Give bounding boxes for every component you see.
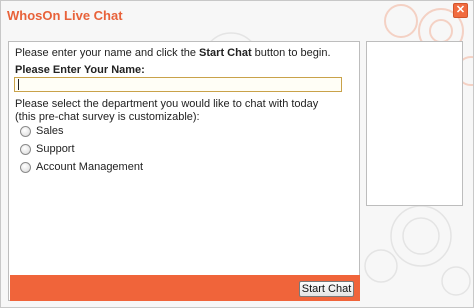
- intro-text: Please enter your name and click the Sta…: [15, 47, 331, 59]
- department-option-sales[interactable]: Sales: [20, 124, 64, 138]
- department-prompt: Please select the department you would l…: [15, 98, 319, 123]
- name-input[interactable]: [14, 77, 342, 92]
- intro-bold-text: Start Chat: [199, 47, 252, 59]
- account-management-label: Account Management: [36, 161, 144, 173]
- start-chat-button[interactable]: Start Chat: [299, 281, 354, 297]
- form-footer: Start Chat: [10, 275, 360, 301]
- account-management-radio[interactable]: [20, 161, 31, 173]
- side-panel: [366, 41, 463, 206]
- text-cursor: [18, 79, 19, 90]
- chat-window: WhosOn Live Chat ✕ Please enter your nam…: [0, 0, 474, 308]
- department-option-account-management[interactable]: Account Management: [20, 160, 143, 174]
- sales-label: Sales: [36, 125, 64, 137]
- support-radio[interactable]: [20, 143, 31, 155]
- close-button[interactable]: ✕: [453, 3, 468, 18]
- name-label: Please Enter Your Name:: [15, 64, 145, 76]
- chat-form-panel: Please enter your name and click the Sta…: [8, 41, 360, 301]
- sales-radio[interactable]: [20, 125, 31, 137]
- window-title: WhosOn Live Chat: [7, 8, 123, 23]
- close-icon: ✕: [455, 4, 466, 16]
- support-label: Support: [36, 143, 75, 155]
- department-option-support[interactable]: Support: [20, 142, 75, 156]
- title-bar: WhosOn Live Chat ✕: [1, 1, 473, 31]
